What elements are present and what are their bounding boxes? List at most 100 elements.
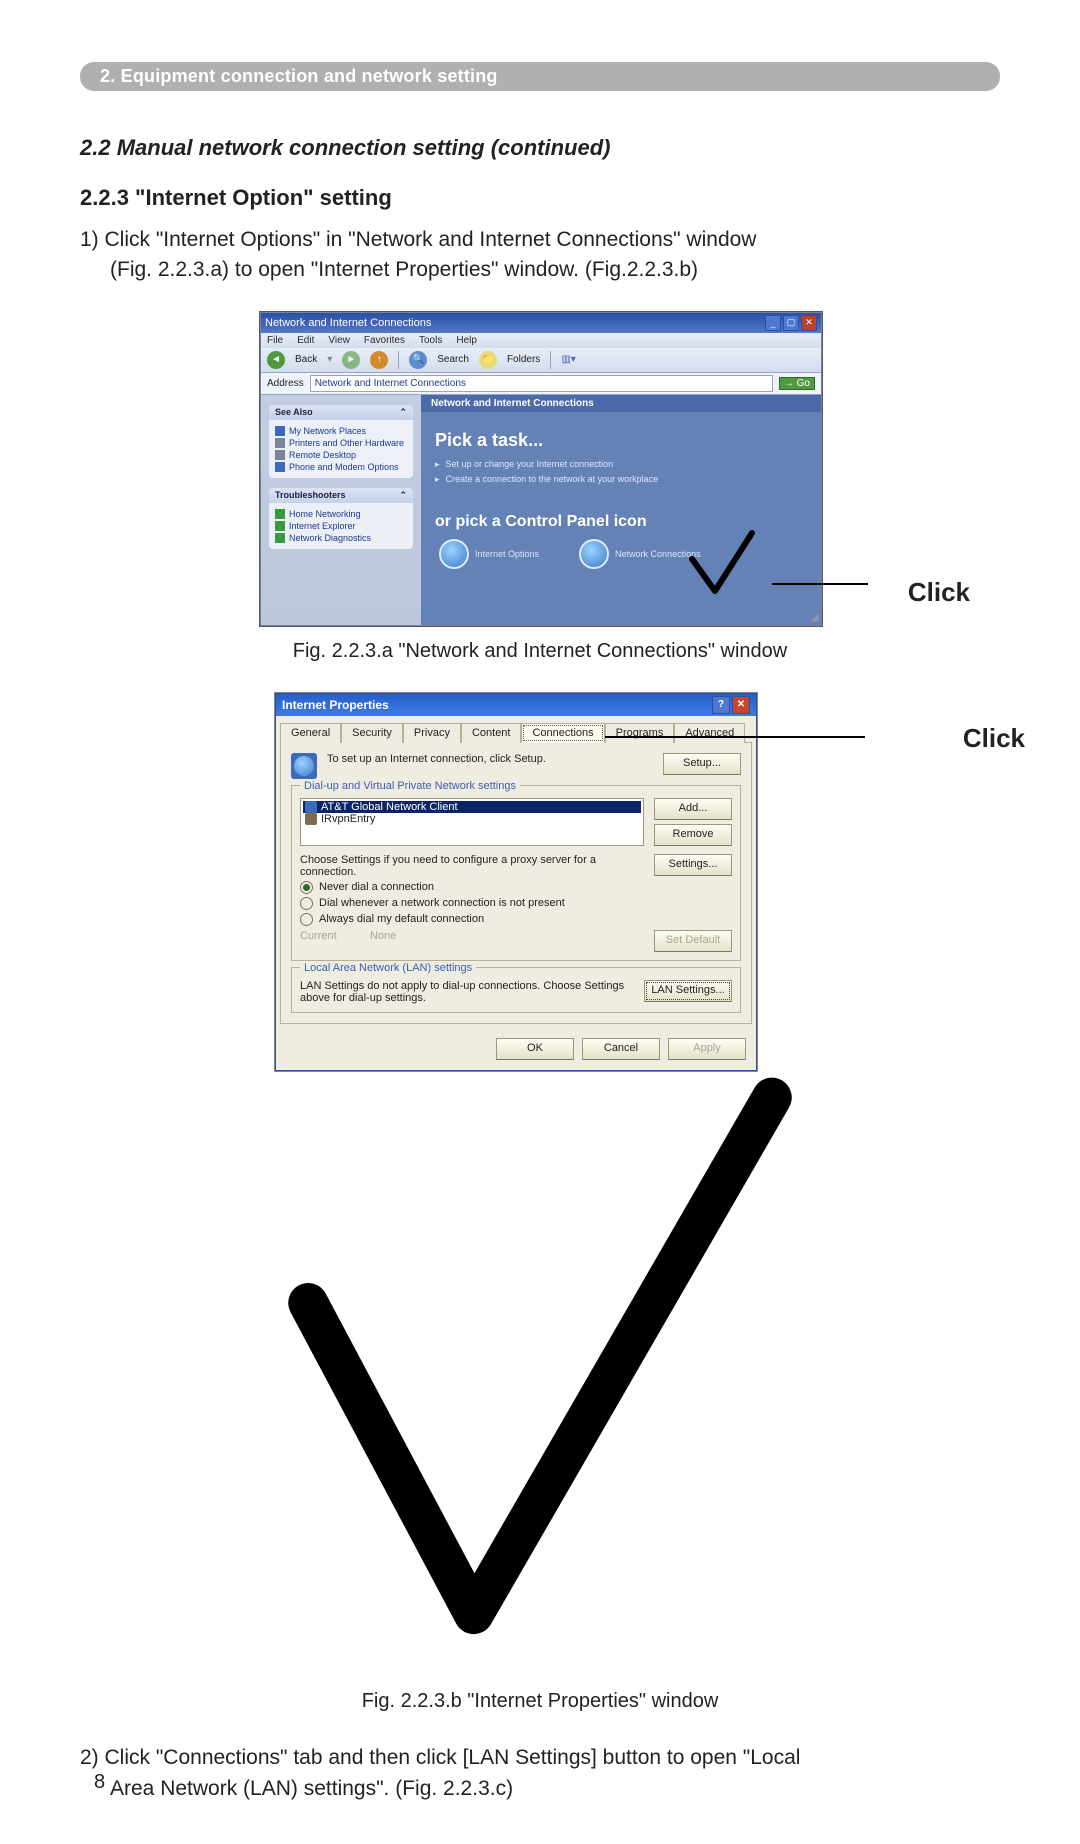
up-icon[interactable]: ↑: [370, 351, 388, 369]
ok-button[interactable]: OK: [496, 1038, 574, 1060]
setup-button[interactable]: Setup...: [663, 753, 741, 775]
figure-a-wrapper: Network and Internet Connections _ ▢ ✕ F…: [260, 312, 820, 626]
dialog-footer: OK Cancel Apply: [276, 1032, 756, 1070]
remove-button[interactable]: Remove: [654, 824, 732, 846]
close-icon[interactable]: ✕: [801, 315, 817, 331]
menu-view[interactable]: View: [328, 335, 350, 346]
network-places-icon: [275, 426, 285, 436]
chapter-header-text: 2. Equipment connection and network sett…: [100, 66, 498, 86]
section-heading: 2.2.3 "Internet Option" setting: [80, 185, 1000, 211]
sidebar-trouble-header[interactable]: Troubleshooters ⌃: [269, 488, 413, 503]
window-title: Network and Internet Connections: [265, 317, 431, 329]
phone-modem-icon: [275, 462, 285, 472]
network-connections-item[interactable]: Network Connections: [579, 539, 701, 569]
tab-security[interactable]: Security: [341, 723, 403, 743]
folders-button[interactable]: Folders: [507, 354, 540, 365]
figure-a-caption: Fig. 2.2.3.a "Network and Internet Conne…: [80, 640, 1000, 663]
address-bar: Address Network and Internet Connections…: [261, 373, 821, 395]
globe-icon: [439, 539, 469, 569]
or-pick-heading: or pick a Control Panel icon: [421, 487, 821, 539]
search-icon[interactable]: 🔍: [409, 351, 427, 369]
connections-listbox[interactable]: AT&T Global Network Client IRvpnEntry: [300, 798, 644, 846]
tab-privacy[interactable]: Privacy: [403, 723, 461, 743]
menu-favorites[interactable]: Favorites: [364, 335, 405, 346]
internet-options-item[interactable]: Internet Options: [439, 539, 539, 569]
figure-b-wrapper: Internet Properties ? ✕ General Security…: [275, 693, 805, 1672]
step-1-text: 1) Click "Internet Options" in "Network …: [80, 225, 1000, 286]
step-2-line-1: 2) Click "Connections" tab and then clic…: [80, 1746, 800, 1769]
dialup-group: Dial-up and Virtual Private Network sett…: [291, 785, 741, 961]
help-icon: [275, 509, 285, 519]
radio-dial-when[interactable]: Dial whenever a network connection is no…: [300, 897, 732, 910]
cancel-button[interactable]: Cancel: [582, 1038, 660, 1060]
step-1-line-2: (Fig. 2.2.3.a) to open "Internet Propert…: [80, 255, 1000, 285]
radio-never-dial[interactable]: Never dial a connection: [300, 881, 732, 894]
close-icon[interactable]: ✕: [732, 696, 750, 714]
continued-heading: 2.2 Manual network connection setting (c…: [80, 135, 1000, 161]
radio-icon: [300, 913, 313, 926]
set-default-button: Set Default: [654, 930, 732, 952]
window-titlebar: Network and Internet Connections _ ▢ ✕: [261, 313, 821, 333]
menu-file[interactable]: File: [267, 335, 283, 346]
views-icon[interactable]: ▥▾: [561, 354, 575, 365]
address-field[interactable]: Network and Internet Connections: [310, 375, 773, 392]
forward-icon[interactable]: ►: [342, 351, 360, 369]
step-2-text: 2) Click "Connections" tab and then clic…: [80, 1743, 1000, 1804]
tab-programs[interactable]: Programs: [605, 723, 675, 743]
radio-icon: [300, 897, 313, 910]
menu-bar: File Edit View Favorites Tools Help: [261, 333, 821, 348]
setup-description: To set up an Internet connection, click …: [327, 753, 653, 765]
add-button[interactable]: Add...: [654, 798, 732, 820]
sidebar-item[interactable]: Internet Explorer: [275, 521, 407, 531]
network-icon: [579, 539, 609, 569]
annotation-line-icon: [772, 584, 868, 586]
pick-a-task-heading: Pick a task...: [421, 412, 821, 457]
sidebar-item[interactable]: My Network Places: [275, 426, 407, 436]
folders-icon[interactable]: 📁: [479, 351, 497, 369]
menu-edit[interactable]: Edit: [297, 335, 314, 346]
task-link[interactable]: ▸Create a connection to the network at y…: [421, 472, 821, 487]
annotation-line-icon: [605, 737, 865, 739]
sidebar-item[interactable]: Phone and Modem Options: [275, 462, 407, 472]
tab-content[interactable]: Content: [461, 723, 522, 743]
back-icon[interactable]: ◄: [267, 351, 285, 369]
sidebar-item[interactable]: Printers and Other Hardware: [275, 438, 407, 448]
help-icon: [275, 533, 285, 543]
go-button[interactable]: → Go: [779, 377, 815, 390]
help-icon[interactable]: ?: [712, 696, 730, 714]
help-icon: [275, 521, 285, 531]
connections-panel: To set up an Internet connection, click …: [280, 742, 752, 1024]
proxy-description: Choose Settings if you need to configure…: [300, 854, 644, 878]
category-bar: Network and Internet Connections: [421, 395, 821, 412]
sidebar-seealso-header[interactable]: See Also ⌃: [269, 405, 413, 420]
menu-tools[interactable]: Tools: [419, 335, 442, 346]
connection-icon: [305, 813, 317, 825]
lan-settings-button[interactable]: LAN Settings...: [644, 980, 732, 1002]
dialog-titlebar: Internet Properties ? ✕: [276, 694, 756, 716]
apply-button: Apply: [668, 1038, 746, 1060]
list-item-selected: AT&T Global Network Client: [303, 801, 641, 813]
tab-general[interactable]: General: [280, 723, 341, 743]
sidebar-item[interactable]: Home Networking: [275, 509, 407, 519]
maximize-icon[interactable]: ▢: [783, 315, 799, 331]
task-link[interactable]: ▸Set up or change your Internet connecti…: [421, 457, 821, 472]
tab-advanced[interactable]: Advanced: [674, 723, 745, 743]
step-1-line-1: 1) Click "Internet Options" in "Network …: [80, 228, 756, 251]
chevron-up-icon[interactable]: ⌃: [399, 490, 407, 501]
tab-connections[interactable]: Connections: [521, 723, 604, 743]
arrow-icon: ▸: [435, 474, 440, 485]
chevron-up-icon[interactable]: ⌃: [399, 407, 407, 418]
sidebar-item[interactable]: Remote Desktop: [275, 450, 407, 460]
menu-help[interactable]: Help: [456, 335, 477, 346]
minimize-icon[interactable]: _: [765, 315, 781, 331]
settings-button[interactable]: Settings...: [654, 854, 732, 876]
arrow-icon: ▸: [435, 459, 440, 470]
sidebar-item[interactable]: Network Diagnostics: [275, 533, 407, 543]
address-value: Network and Internet Connections: [315, 378, 466, 389]
resize-grip-icon[interactable]: ◢: [811, 610, 819, 623]
back-button[interactable]: Back: [295, 354, 317, 365]
radio-always-dial[interactable]: Always dial my default connection: [300, 913, 732, 926]
lan-description: LAN Settings do not apply to dial-up con…: [300, 980, 634, 1004]
search-button[interactable]: Search: [437, 354, 469, 365]
current-label: Current: [300, 930, 360, 942]
